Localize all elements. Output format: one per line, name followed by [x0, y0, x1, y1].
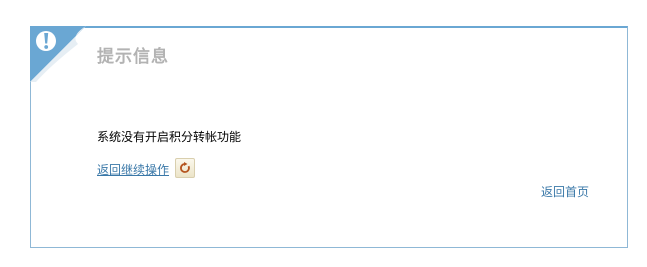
exclamation-icon [30, 26, 86, 82]
back-continue-link[interactable]: 返回继续操作 [97, 161, 169, 178]
notice-message: 系统没有开启积分转帐功能 [97, 130, 242, 144]
alert-corner [30, 26, 86, 82]
page-title: 提示信息 [97, 47, 169, 67]
home-link[interactable]: 返回首页 [541, 183, 589, 200]
refresh-icon [180, 162, 190, 173]
refresh-button[interactable] [175, 158, 195, 178]
